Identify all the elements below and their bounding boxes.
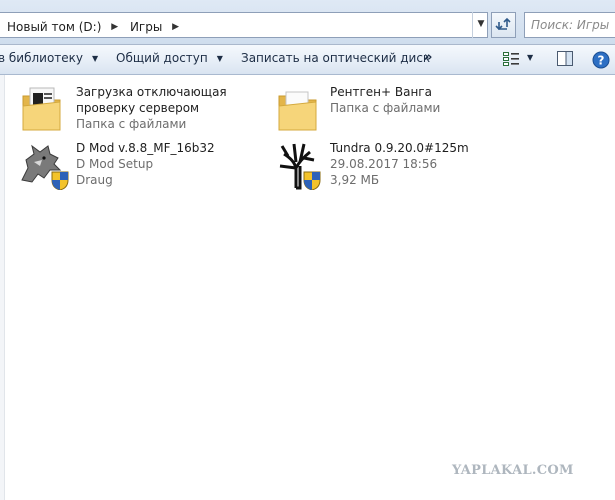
watermark: YAPLAKAL.COM (452, 463, 574, 478)
file-company: Draug (76, 173, 113, 187)
breadcrumb-folder[interactable]: Игры (130, 20, 162, 34)
file-size: 3,92 МБ (330, 173, 380, 187)
file-item[interactable]: Рентген+ Ванга Папка с файлами (274, 84, 524, 136)
command-toolbar: в библиотеку ▼ Общий доступ ▼ Записать на … (0, 45, 615, 75)
breadcrumb-arrow-icon[interactable]: ▶ (111, 22, 118, 32)
refresh-icon (495, 17, 511, 31)
view-options-chevron-icon[interactable]: ▼ (527, 53, 533, 62)
help-icon[interactable]: ? (592, 51, 610, 69)
chevron-down-icon: ▼ (92, 54, 99, 63)
burn-disc-label: Записать на оптический диск (241, 51, 431, 65)
breadcrumb-drive[interactable]: Новый том (D:) (7, 20, 101, 34)
svg-text:?: ? (598, 54, 605, 68)
file-date: 29.08.2017 18:56 (330, 157, 438, 171)
file-type: Папка с файлами (330, 101, 441, 115)
wolf-setup-icon (21, 144, 69, 190)
more-commands-button[interactable]: » (424, 50, 432, 65)
share-label: Общий доступ (116, 51, 208, 65)
refresh-button[interactable] (491, 12, 516, 38)
file-item-meta: Загрузка отключающая проверку сервером П… (76, 84, 276, 132)
share-button[interactable]: Общий доступ ▼ (116, 51, 223, 69)
breadcrumb: Новый том (D:) ▶ Игры ▶ (7, 19, 187, 34)
file-name: Tundra 0.9.20.0#125m (330, 141, 469, 155)
file-name: D Mod v.8.8_MF_16b32 (76, 141, 215, 155)
search-input[interactable]: Поиск: Игры (524, 12, 615, 38)
preview-pane-icon[interactable] (557, 51, 573, 66)
file-item[interactable]: D Mod v.8.8_MF_16b32 D Mod Setup Draug (20, 140, 270, 192)
chevron-down-icon: ▼ (216, 54, 223, 63)
file-item[interactable]: Загрузка отключающая проверку сервером П… (20, 84, 270, 136)
address-row: Новый том (D:) ▶ Игры ▶ ▼ Поиск: Игры (0, 0, 615, 45)
address-history-dropdown[interactable]: ▼ (472, 12, 489, 38)
folder-documents-icon (22, 87, 61, 131)
add-to-library-button[interactable]: в библиотеку ▼ (0, 51, 98, 69)
file-item-meta: D Mod v.8.8_MF_16b32 D Mod Setup Draug (76, 140, 276, 188)
change-view-icon[interactable] (503, 52, 519, 66)
navigation-pane-edge (0, 75, 5, 500)
file-name: Загрузка отключающая проверку сервером (76, 85, 227, 115)
file-type: Папка с файлами (76, 117, 187, 131)
file-item-meta: Рентген+ Ванга Папка с файлами (330, 84, 530, 116)
file-item[interactable]: Tundra 0.9.20.0#125m 29.08.2017 18:56 3,… (274, 140, 524, 192)
tree-setup-icon (279, 143, 321, 190)
burn-disc-button[interactable]: Записать на оптический диск (241, 51, 430, 69)
file-description: D Mod Setup (76, 157, 154, 171)
folder-icon (278, 91, 317, 131)
add-to-library-label: в библиотеку (0, 51, 84, 65)
file-list-pane[interactable] (0, 75, 615, 500)
address-bar[interactable]: Новый том (D:) ▶ Игры ▶ (0, 12, 488, 38)
file-item-meta: Tundra 0.9.20.0#125m 29.08.2017 18:56 3,… (330, 140, 530, 188)
file-name: Рентген+ Ванга (330, 85, 432, 99)
breadcrumb-arrow-icon[interactable]: ▶ (172, 22, 179, 32)
